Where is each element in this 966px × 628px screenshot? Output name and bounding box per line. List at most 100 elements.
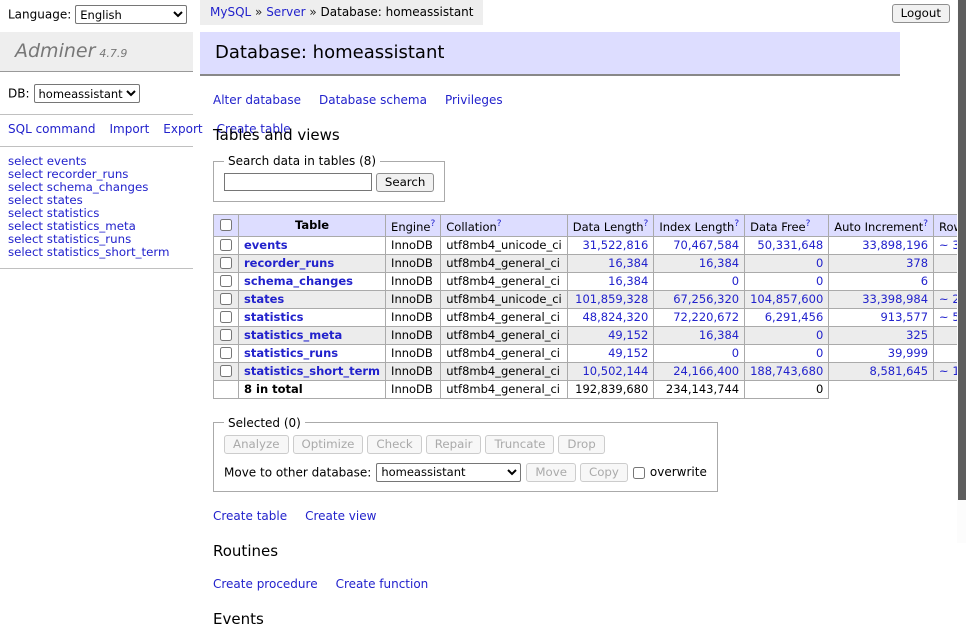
data-free-link[interactable]: 6,291,456 [765, 310, 824, 324]
data-free-link[interactable]: 50,331,648 [757, 238, 823, 252]
table-name-link[interactable]: statistics_short_term [244, 364, 380, 378]
auto-increment-link[interactable]: 6 [921, 274, 928, 288]
truncate-button[interactable]: Truncate [485, 435, 554, 454]
data-free-link[interactable]: 0 [816, 274, 823, 288]
scrollbar-thumb[interactable] [958, 0, 966, 500]
index-length-link[interactable]: 72,220,672 [673, 310, 739, 324]
table-name-link[interactable]: events [244, 238, 288, 252]
data-free-link[interactable]: 188,743,680 [750, 364, 823, 378]
index-length-link[interactable]: 70,467,584 [673, 238, 739, 252]
index-length-link[interactable]: 67,256,320 [673, 292, 739, 306]
repair-button[interactable]: Repair [426, 435, 482, 454]
data-length-link[interactable]: 31,522,816 [582, 238, 648, 252]
row-checkbox[interactable] [220, 275, 232, 287]
column-help-link[interactable]: ? [806, 219, 811, 229]
sidebar-link-sql-command[interactable]: SQL command [8, 122, 95, 136]
column-help-link[interactable]: ? [497, 219, 502, 229]
column-help-link[interactable]: ? [734, 219, 739, 229]
table-name-link[interactable]: statistics_meta [244, 328, 342, 342]
create-links: Create table Create view [213, 509, 900, 523]
row-checkbox[interactable] [220, 365, 232, 377]
auto-increment-link[interactable]: 913,577 [880, 310, 928, 324]
row-checkbox[interactable] [220, 239, 232, 251]
alter-database-link[interactable]: Alter database [213, 93, 301, 107]
db-actions: Alter database Database schema Privileges [213, 93, 900, 107]
privileges-link[interactable]: Privileges [445, 93, 503, 107]
data-length-link[interactable]: 16,384 [608, 256, 648, 270]
index-length-link[interactable]: 0 [732, 274, 739, 288]
sidebar-item-select-schema-changes[interactable]: select schema_changes [8, 181, 185, 194]
search-button[interactable]: Search [376, 173, 435, 192]
vertical-scrollbar [957, 0, 966, 543]
logout-button[interactable]: Logout [892, 4, 950, 23]
table-name-link[interactable]: states [244, 292, 284, 306]
create-table-link[interactable]: Create table [213, 509, 287, 523]
auto-increment-link[interactable]: 39,999 [888, 346, 928, 360]
sidebar-item-select-statistics-meta[interactable]: select statistics_meta [8, 220, 185, 233]
copy-button[interactable]: Copy [580, 463, 628, 482]
column-help-link[interactable]: ? [430, 219, 435, 229]
routines-links: Create procedure Create function [213, 577, 900, 591]
auto-increment-link[interactable]: 8,581,645 [870, 364, 929, 378]
data-free-link[interactable]: 104,857,600 [750, 292, 823, 306]
data-length-link[interactable]: 49,152 [608, 328, 648, 342]
auto-increment-link[interactable]: 33,898,196 [862, 238, 928, 252]
data-free-link[interactable]: 0 [816, 346, 823, 360]
auto-increment-link[interactable]: 33,398,984 [862, 292, 928, 306]
select-all-checkbox[interactable] [220, 219, 232, 231]
db-select[interactable]: homeassistant [34, 84, 140, 103]
index-length-link[interactable]: 0 [732, 346, 739, 360]
sidebar-item-select-statistics-runs[interactable]: select statistics_runs [8, 233, 185, 246]
data-length-link[interactable]: 10,502,144 [582, 364, 648, 378]
db-label: DB: [8, 87, 30, 101]
data-free-link[interactable]: 0 [816, 328, 823, 342]
table-name-link[interactable]: schema_changes [244, 274, 353, 288]
auto-increment-link[interactable]: 378 [906, 256, 928, 270]
data-free-link[interactable]: 0 [816, 256, 823, 270]
table-name-link[interactable]: recorder_runs [244, 256, 334, 270]
sidebar-item-select-events[interactable]: select events [8, 155, 185, 168]
create-view-link[interactable]: Create view [305, 509, 376, 523]
sidebar-link-import[interactable]: Import [109, 122, 149, 136]
sidebar-item-select-statistics-short-term[interactable]: select statistics_short_term [8, 246, 185, 259]
table-row-statistics-runs: statistics_runsInnoDButf8mb4_general_ci4… [214, 344, 966, 362]
analyze-button[interactable]: Analyze [224, 435, 289, 454]
index-length-link[interactable]: 16,384 [699, 256, 739, 270]
total-engine: InnoDB [386, 380, 441, 398]
table-name-link[interactable]: statistics [244, 310, 304, 324]
index-length-link[interactable]: 24,166,400 [673, 364, 739, 378]
sidebar-item-select-statistics[interactable]: select statistics [8, 207, 185, 220]
row-checkbox[interactable] [220, 347, 232, 359]
create-procedure-link[interactable]: Create procedure [213, 577, 318, 591]
sidebar-link-export[interactable]: Export [163, 122, 202, 136]
optimize-button[interactable]: Optimize [293, 435, 364, 454]
language-select[interactable]: English [75, 5, 187, 24]
search-input[interactable] [224, 173, 372, 191]
auto-increment-link[interactable]: 325 [906, 328, 928, 342]
sidebar-item-select-states[interactable]: select states [8, 194, 185, 207]
row-checkbox[interactable] [220, 257, 232, 269]
database-schema-link[interactable]: Database schema [319, 93, 427, 107]
data-length-link[interactable]: 101,859,328 [575, 292, 648, 306]
data-length-link[interactable]: 49,152 [608, 346, 648, 360]
row-checkbox[interactable] [220, 311, 232, 323]
index-length-link[interactable]: 16,384 [699, 328, 739, 342]
table-name-link[interactable]: statistics_runs [244, 346, 338, 360]
create-function-link[interactable]: Create function [336, 577, 429, 591]
column-header-label: Data Free [750, 220, 806, 234]
data-length-link[interactable]: 16,384 [608, 274, 648, 288]
breadcrumb-item-server[interactable]: Server [266, 5, 305, 19]
data-length-link[interactable]: 48,824,320 [582, 310, 648, 324]
sidebar-item-select-recorder-runs[interactable]: select recorder_runs [8, 168, 185, 181]
column-help-link[interactable]: ? [923, 219, 928, 229]
drop-button[interactable]: Drop [558, 435, 604, 454]
collation-cell: utf8mb4_general_ci [441, 362, 568, 380]
move-button[interactable]: Move [526, 463, 576, 482]
move-db-select[interactable]: homeassistant [376, 463, 521, 482]
column-help-link[interactable]: ? [644, 219, 649, 229]
row-checkbox[interactable] [220, 293, 232, 305]
check-button[interactable]: Check [367, 435, 421, 454]
overwrite-checkbox[interactable] [633, 467, 645, 479]
row-checkbox[interactable] [220, 329, 232, 341]
breadcrumb-item-mysql[interactable]: MySQL [210, 5, 251, 19]
